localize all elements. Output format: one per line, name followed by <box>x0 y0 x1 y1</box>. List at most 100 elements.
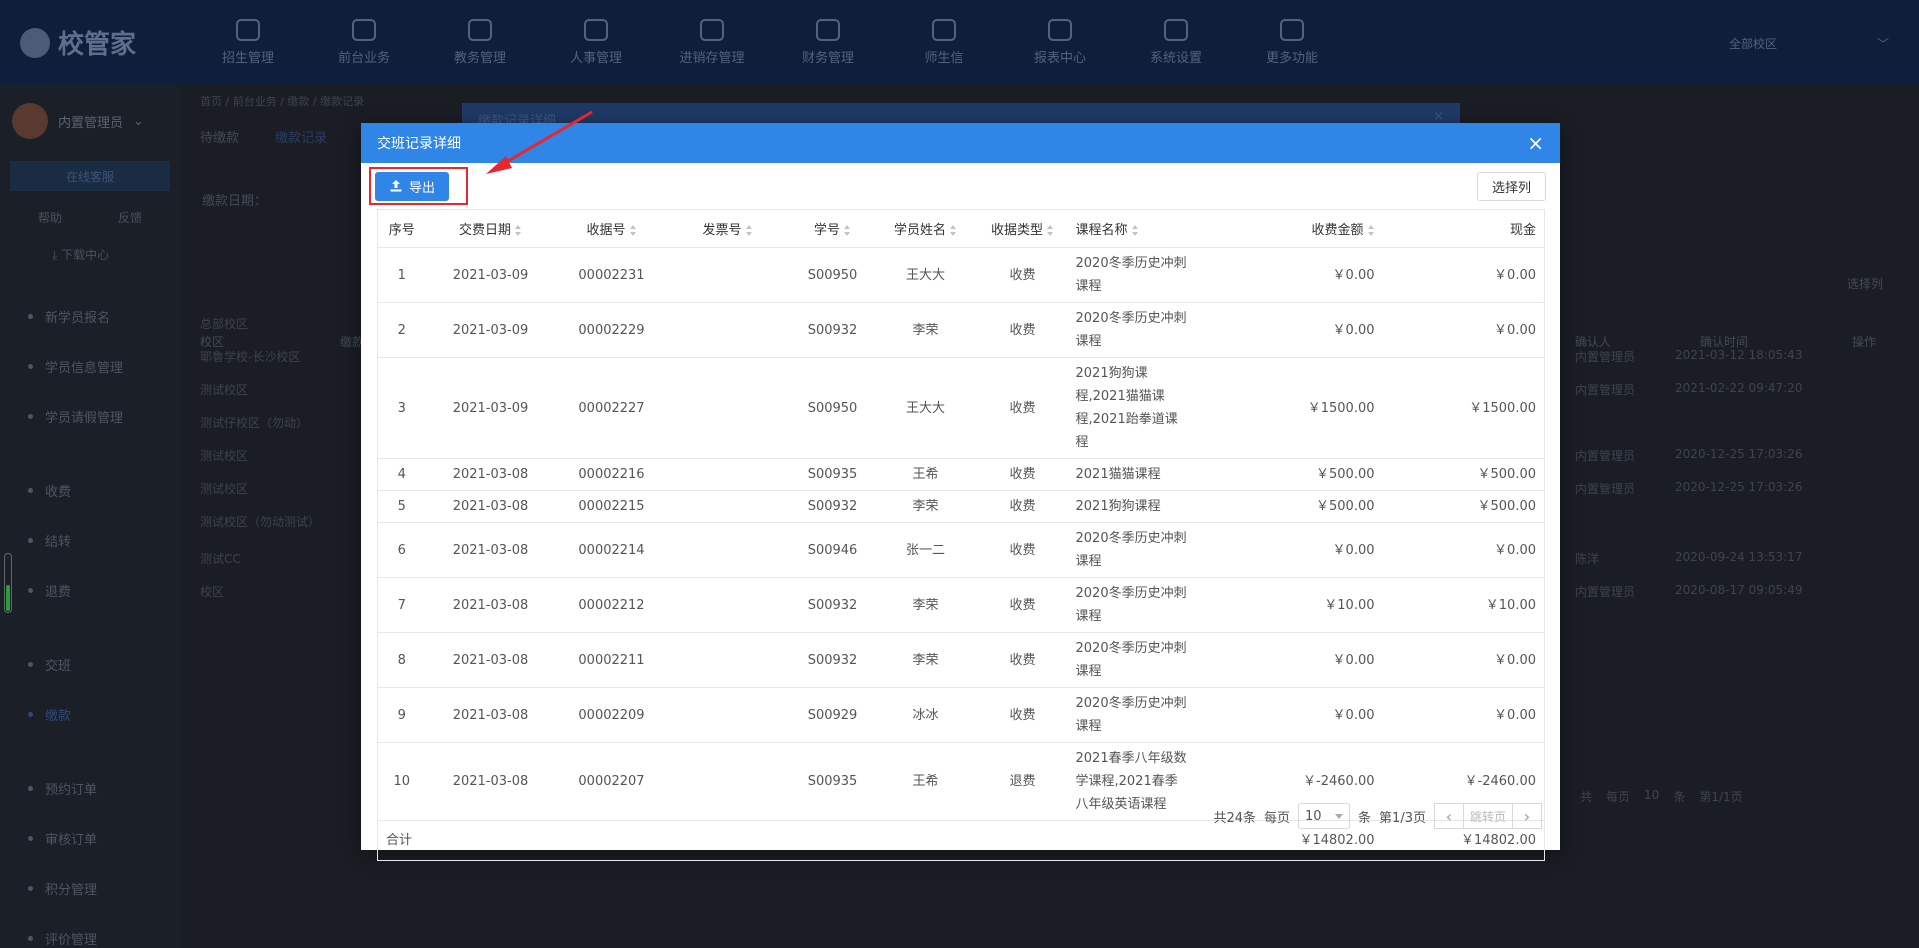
table-row[interactable]: 7 2021-03-08 00002212 S00932 李荣 收费 2020冬季历史冲刺课… <box>377 577 1545 633</box>
module-icon <box>1048 19 1072 41</box>
cell-type: 收费 <box>973 302 1072 358</box>
col-header-course[interactable]: 课程名称 <box>1071 209 1197 248</box>
background-tabs: 待缴款 缴款记录 <box>200 127 327 146</box>
cell-name: 冰冰 <box>877 687 974 743</box>
sidebar-item[interactable]: 交班 <box>0 639 180 689</box>
bg-confirm-time-cell: 2020-08-17 09:05:49 <box>1675 583 1803 597</box>
bg-confirmer-cell: 内置管理员 <box>1575 585 1636 599</box>
bullet-icon <box>28 487 33 493</box>
topnav-item[interactable]: 报表中心 <box>1002 0 1118 85</box>
col-header-label: 交费日期 <box>458 223 511 238</box>
help-link[interactable]: 帮助 <box>38 209 62 226</box>
topnav-item[interactable]: 财务管理 <box>770 0 886 85</box>
cell-invoice <box>667 632 788 688</box>
sidebar-item[interactable]: 积分管理 <box>0 863 180 913</box>
cell-name: 王希 <box>877 458 974 491</box>
sidebar-item[interactable]: 退费 <box>0 565 180 615</box>
cell-sid: S00950 <box>787 357 878 459</box>
sidebar-item-label: 退费 <box>45 584 72 600</box>
tab-pending[interactable]: 待缴款 <box>200 127 239 146</box>
sort-icon[interactable] <box>629 225 637 236</box>
sort-icon[interactable] <box>515 225 522 236</box>
top-nav-menu: 招生管理 前台业务 教务管理 人事管理 进销存管理 财务管理 师生信 报表中心 系统设置 更多功能 <box>190 0 1350 85</box>
sidebar-item[interactable]: 学员请假管理 <box>0 391 180 441</box>
col-header-label: 学号 <box>813 223 840 238</box>
sidebar: 内置管理员 ⌄ 在线客服 帮助 反馈 ⤓ 下载中心 新学员报名 学员信息管理 学员请… <box>0 85 180 948</box>
online-service-button[interactable]: 在线客服 <box>10 161 170 191</box>
col-header-receipt[interactable]: 收据号 <box>555 209 668 248</box>
bullet-icon <box>28 711 33 717</box>
top-navbar: 校管家 招生管理 前台业务 教务管理 人事管理 进销存管理 财务管理 师生信 报表中心 系统设置… <box>0 0 1919 85</box>
cell-course: 2021狗狗课程 <box>1071 490 1197 523</box>
sort-icon[interactable] <box>1047 225 1054 236</box>
table-row[interactable]: 1 2021-03-09 00002231 S00950 王大大 收费 2020冬季历史冲刺… <box>377 247 1545 303</box>
close-icon[interactable]: × <box>1433 109 1444 124</box>
cell-course: 2020冬季历史冲刺课程 <box>1071 577 1197 633</box>
prev-page-button[interactable]: ‹ <box>1433 803 1464 829</box>
page-size-select[interactable]: 10 <box>1298 803 1351 829</box>
col-header-date[interactable]: 交费日期 <box>425 209 556 248</box>
sort-icon[interactable] <box>950 225 957 236</box>
table-row[interactable]: 2 2021-03-09 00002229 S00932 李荣 收费 2020冬季历史冲刺课… <box>377 302 1545 358</box>
table-row[interactable]: 3 2021-03-09 00002227 S00950 王大大 收费 2021狗狗课程,2… <box>377 357 1545 459</box>
cell-amount: ￥0.00 <box>1196 302 1397 358</box>
background-select-columns-button[interactable]: 选择列 <box>1847 275 1883 292</box>
sidebar-item[interactable]: 审核订单 <box>0 813 180 863</box>
topnav-item[interactable]: 人事管理 <box>538 0 654 85</box>
topnav-item[interactable]: 教务管理 <box>422 0 538 85</box>
topnav-item[interactable]: 招生管理 <box>190 0 306 85</box>
sort-icon[interactable] <box>745 225 753 236</box>
download-center-link[interactable]: ⤓ 下载中心 <box>0 240 180 269</box>
sidebar-item[interactable]: 缴款 <box>0 689 180 739</box>
select-columns-button[interactable]: 选择列 <box>1476 171 1546 201</box>
col-header-invoice[interactable]: 发票号 <box>667 209 788 248</box>
cell-type: 收费 <box>973 247 1072 303</box>
tab-payment-records[interactable]: 缴款记录 <box>275 127 327 146</box>
col-header-student-name[interactable]: 学员姓名 <box>877 209 974 248</box>
cell-sid: S00932 <box>787 632 878 688</box>
table-row[interactable]: 5 2021-03-08 00002215 S00932 李荣 收费 2021狗狗课程 ￥50… <box>377 490 1545 523</box>
campus-select[interactable]: 全部校区 ﹀ <box>1719 28 1899 58</box>
jump-page-input[interactable]: 跳转页 <box>1463 803 1512 829</box>
topnav-item[interactable]: 系统设置 <box>1118 0 1234 85</box>
feedback-link[interactable]: 反馈 <box>118 209 142 226</box>
sidebar-item[interactable]: 评价管理 <box>0 913 180 948</box>
sort-icon[interactable] <box>844 225 851 236</box>
bg-campus-cell: 测试校区 <box>200 449 249 463</box>
cell-sid: S00929 <box>787 687 878 743</box>
table-row[interactable]: 6 2021-03-08 00002214 S00946 张一二 收费 2020冬季历史冲刺… <box>377 522 1545 578</box>
cell-amount: ￥0.00 <box>1196 247 1397 303</box>
col-header-amount[interactable]: 收费金额 <box>1196 209 1397 248</box>
brand-logo[interactable]: 校管家 <box>0 24 190 61</box>
table-row[interactable]: 8 2021-03-08 00002211 S00932 李荣 收费 2020冬季历史冲刺课… <box>377 632 1545 688</box>
cell-course: 2021猫猫课程 <box>1071 458 1197 491</box>
col-header-label: 学员姓名 <box>893 223 946 238</box>
cell-no: 6 <box>377 522 426 578</box>
next-page-button[interactable]: › <box>1512 803 1542 829</box>
topnav-item[interactable]: 师生信 <box>886 0 1002 85</box>
sort-icon[interactable] <box>1131 225 1139 236</box>
background-pagination: 共 每页 10 条 第1/1页 <box>1580 788 1743 805</box>
topnav-item[interactable]: 更多功能 <box>1234 0 1350 85</box>
table-row[interactable]: 4 2021-03-08 00002216 S00935 王希 收费 2021猫猫课程 ￥50… <box>377 458 1545 491</box>
table-row[interactable]: 9 2021-03-08 00002209 S00929 冰冰 收费 2020冬季历史冲刺课… <box>377 687 1545 743</box>
topnav-item[interactable]: 前台业务 <box>306 0 422 85</box>
col-header-student-id[interactable]: 学号 <box>787 209 878 248</box>
cell-no: 4 <box>377 458 426 491</box>
sidebar-item[interactable]: 预约订单 <box>0 763 180 813</box>
sidebar-item[interactable]: 学员信息管理 <box>0 341 180 391</box>
topnav-item[interactable]: 进销存管理 <box>654 0 770 85</box>
cell-cash: ￥10.00 <box>1396 577 1545 633</box>
close-icon[interactable]: × <box>1527 133 1544 153</box>
bg-pager-size[interactable]: 10 <box>1644 788 1659 805</box>
col-header-receipt-type[interactable]: 收据类型 <box>973 209 1072 248</box>
sidebar-item[interactable]: 收费 <box>0 465 180 515</box>
scroll-indicator[interactable] <box>4 553 12 613</box>
topnav-label: 师生信 <box>924 51 964 66</box>
user-menu[interactable]: 内置管理员 ⌄ <box>0 85 180 157</box>
module-icon <box>236 19 260 41</box>
help-links: 帮助 反馈 <box>0 195 180 240</box>
sidebar-item[interactable]: 结转 <box>0 515 180 565</box>
sort-icon[interactable] <box>1367 225 1375 236</box>
sidebar-item[interactable]: 新学员报名 <box>0 291 180 341</box>
